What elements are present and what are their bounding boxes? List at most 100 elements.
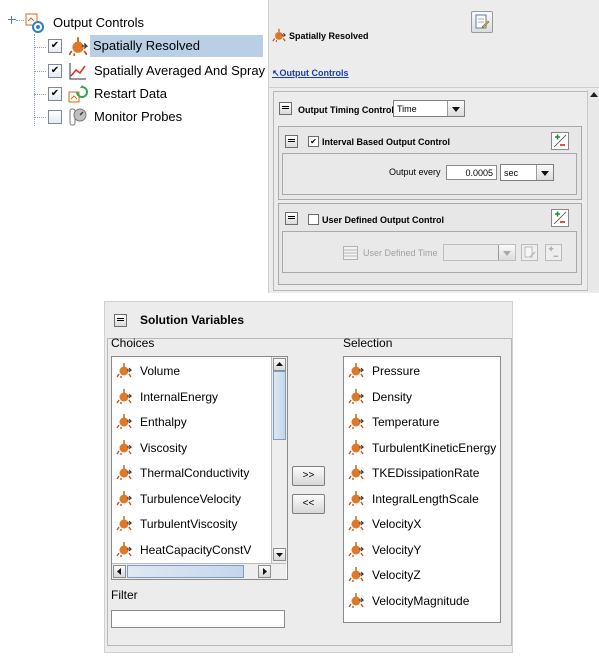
output-every-input[interactable]: 0.0005	[446, 165, 497, 180]
checkbox[interactable]: ✔	[48, 64, 62, 78]
list-item[interactable]: IntegralLengthScale	[344, 487, 500, 512]
breadcrumb-link[interactable]: ↖Output Controls	[272, 68, 349, 79]
line-chart-icon	[69, 63, 86, 80]
variable-icon	[348, 388, 364, 404]
output-timing-section: Output Timing Control Time ✔ Interval Ba…	[273, 91, 588, 291]
list-item[interactable]: TurbulentViscosity	[112, 512, 287, 537]
scroll-thumb[interactable]	[127, 565, 244, 578]
edit-button-disabled[interactable]	[521, 244, 538, 261]
list-item[interactable]: ThermalConductivity	[112, 461, 287, 486]
collapse-button[interactable]	[285, 135, 298, 148]
add-to-selection-button[interactable]: >>	[292, 466, 325, 486]
variable-icon	[348, 439, 364, 455]
variable-icon	[116, 413, 132, 429]
tree-item-label: Monitor Probes	[94, 109, 183, 124]
interval-checkbox[interactable]: ✔	[308, 136, 319, 147]
plus-minus-icon	[548, 246, 559, 257]
list-item[interactable]: Density	[344, 385, 500, 410]
edit-icon	[475, 14, 490, 29]
tree-expand-toggle[interactable]	[8, 16, 16, 24]
variable-icon	[348, 413, 364, 429]
scroll-right-button[interactable]	[258, 565, 271, 578]
selection-list[interactable]: Pressure Density Temperature TurbulentKinet…	[343, 356, 501, 623]
checkbox[interactable]: ✔	[48, 87, 62, 101]
table-icon	[343, 246, 358, 260]
plus-minus-button[interactable]	[551, 209, 569, 227]
choices-horizontal-scrollbar[interactable]	[112, 563, 286, 579]
interval-output-group: ✔ Interval Based Output Control Output e…	[278, 126, 582, 200]
chevron-down-icon	[498, 245, 515, 260]
list-item[interactable]: Enthalpy	[112, 410, 287, 435]
variable-icon	[116, 490, 132, 506]
edit-icon	[524, 246, 536, 258]
list-item-label: VelocityZ	[372, 568, 421, 582]
remove-from-selection-button[interactable]: <<	[292, 494, 325, 514]
unit-select[interactable]: sec	[500, 164, 554, 181]
unit-value: sec	[504, 168, 519, 178]
user-defined-label: User Defined Output Control	[322, 215, 444, 225]
filter-input[interactable]	[111, 610, 285, 628]
tree-root-label[interactable]: Output Controls	[53, 15, 144, 30]
tree-item-spatially-resolved[interactable]: ✔ Spatially Resolved	[48, 35, 263, 57]
list-item[interactable]: TKEDissipationRate	[344, 461, 500, 486]
variable-icon	[116, 464, 132, 480]
tree-item-restart-data[interactable]: ✔ Restart Data	[48, 83, 258, 105]
right-arrow-icon	[263, 568, 267, 575]
tree-item-monitor-probes[interactable]: Monitor Probes	[48, 106, 258, 128]
choices-list[interactable]: Volume InternalEnergy Enthalpy Viscosity The…	[111, 356, 288, 580]
variable-icon	[116, 439, 132, 455]
collapse-button[interactable]	[279, 102, 292, 115]
scroll-left-button[interactable]	[113, 565, 126, 578]
list-item[interactable]: TurbulentKineticEnergy	[344, 436, 500, 461]
list-item[interactable]: TurbulenceVelocity	[112, 487, 287, 512]
user-defined-checkbox[interactable]	[308, 214, 319, 225]
list-item-label: Density	[372, 389, 413, 404]
list-item[interactable]: Temperature	[344, 410, 500, 435]
spatially-resolved-panel: Spatially Resolved ↖Output Controls Outp…	[268, 0, 599, 293]
list-item[interactable]: VelocityMagnitude	[344, 589, 500, 614]
list-item-label: TurbulentViscosity	[140, 517, 238, 531]
scroll-up-button[interactable]	[273, 358, 286, 371]
output-controls-gear-icon	[25, 13, 44, 33]
probe-icon	[69, 108, 87, 126]
interval-label: Interval Based Output Control	[322, 137, 451, 147]
plus-minus-button[interactable]	[551, 132, 569, 150]
variable-icon	[348, 464, 364, 480]
scroll-down-button[interactable]	[273, 548, 286, 561]
plus-minus-button-disabled[interactable]	[545, 244, 562, 261]
list-item[interactable]: Viscosity	[112, 436, 287, 461]
list-item[interactable]: HeatCapacityConstV	[112, 538, 287, 563]
checkbox[interactable]: ✔	[48, 39, 62, 53]
plus-minus-icon	[553, 211, 567, 225]
filter-label: Filter	[111, 588, 138, 602]
scroll-thumb[interactable]	[273, 371, 286, 440]
list-item-label: Viscosity	[140, 440, 188, 455]
checkbox[interactable]	[48, 110, 62, 124]
panel-scrollbar[interactable]	[587, 90, 599, 290]
list-item-label: TKEDissipationRate	[372, 466, 480, 480]
user-defined-output-group: User Defined Output Control User Defined…	[278, 203, 582, 285]
user-defined-time-select[interactable]	[443, 244, 516, 261]
selection-header: Selection	[343, 336, 393, 350]
tree-item-spatially-averaged[interactable]: ✔ Spatially Averaged And Spray	[48, 60, 265, 82]
collapse-button[interactable]	[114, 314, 127, 327]
edit-button[interactable]	[471, 11, 493, 33]
list-item[interactable]: Volume	[112, 359, 287, 384]
up-arrow-icon: ↖	[272, 68, 280, 78]
list-item[interactable]: VelocityZ	[344, 563, 500, 588]
list-item[interactable]: InternalEnergy	[112, 385, 287, 410]
choices-vertical-scrollbar[interactable]	[271, 357, 287, 563]
list-item[interactable]: VelocityY	[344, 538, 500, 563]
variable-icon	[116, 515, 132, 531]
list-item-label: TurbulenceVelocity	[140, 491, 241, 506]
list-item[interactable]: VelocityX	[344, 512, 500, 537]
chevron-down-icon	[447, 101, 464, 116]
spatially-resolved-icon	[68, 36, 88, 56]
variable-icon	[348, 515, 364, 531]
collapse-button[interactable]	[285, 212, 298, 225]
list-item[interactable]: Pressure	[344, 359, 500, 384]
variable-icon	[116, 362, 132, 378]
variable-icon	[348, 541, 364, 557]
output-timing-select[interactable]: Time	[393, 100, 465, 117]
scroll-up-icon[interactable]	[590, 92, 598, 97]
